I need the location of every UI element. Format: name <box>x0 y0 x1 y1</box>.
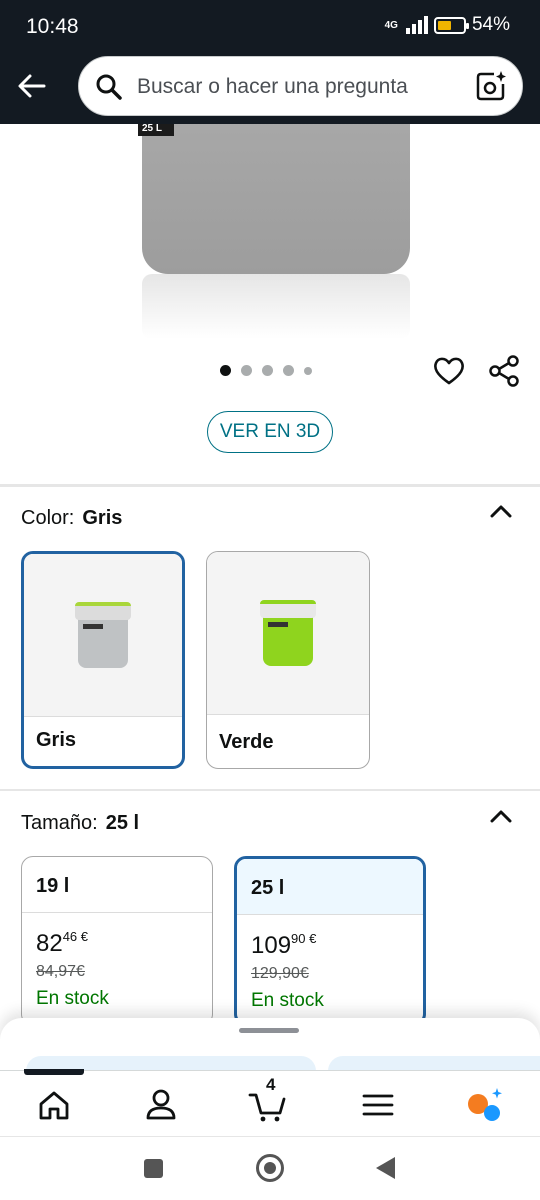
color-selected-value: Gris <box>82 507 123 529</box>
status-right: 4G 54% <box>385 14 510 36</box>
chevron-up-icon[interactable] <box>488 500 514 522</box>
back-arrow-icon[interactable] <box>14 68 50 104</box>
top-bar: 10:48 4G 54% Buscar o hacer una pregunta <box>0 0 540 124</box>
status-time: 10:48 <box>26 15 79 38</box>
size-option-price: 8246 € <box>36 929 89 957</box>
size-option-price: 10990 € <box>251 931 317 959</box>
size-option-name: 25 l <box>237 859 423 915</box>
menu-icon[interactable] <box>358 1085 398 1125</box>
search-icon <box>96 74 122 100</box>
size-option-19l[interactable]: 19 l 8246 € 84,97€ En stock <box>21 856 213 1026</box>
search-placeholder: Buscar o hacer una pregunta <box>137 75 408 98</box>
view-3d-button[interactable]: VER EN 3D <box>207 411 333 453</box>
size-selector-label: Tamaño: 25 l <box>21 812 139 835</box>
status-bar: 10:48 4G 54% <box>0 0 540 54</box>
carousel-dot[interactable] <box>262 365 273 376</box>
product-image-carousel[interactable]: 25 L <box>0 124 540 354</box>
cart-button[interactable]: 4 <box>248 1075 288 1125</box>
chevron-up-icon[interactable] <box>488 805 514 827</box>
divider <box>0 484 540 487</box>
divider <box>0 789 540 791</box>
home-icon[interactable] <box>34 1085 74 1125</box>
carousel-dots[interactable] <box>220 365 312 376</box>
sheet-drag-handle[interactable] <box>239 1028 299 1033</box>
home-system-icon[interactable] <box>256 1154 284 1182</box>
active-tab-indicator <box>24 1069 84 1075</box>
color-option-verde[interactable]: Verde <box>206 551 370 769</box>
size-option-old-price: 129,90€ <box>251 965 309 982</box>
carousel-dot[interactable] <box>304 366 312 375</box>
system-nav-bar <box>0 1136 540 1200</box>
color-option-image <box>207 552 369 715</box>
bottom-nav: 4 <box>0 1069 540 1136</box>
carousel-dot[interactable] <box>220 365 231 376</box>
share-icon[interactable] <box>488 354 522 388</box>
size-option-name: 19 l <box>22 857 212 913</box>
size-label: Tamaño: <box>21 812 98 834</box>
cooler-thumbnail-gray <box>75 602 131 668</box>
back-system-icon[interactable] <box>376 1157 395 1179</box>
size-option-25l[interactable]: 25 l 10990 € 129,90€ En stock <box>234 856 426 1026</box>
size-option-stock: En stock <box>36 988 109 1009</box>
cart-count-badge: 4 <box>266 1075 276 1094</box>
color-option-name: Verde <box>219 731 274 753</box>
color-option-name: Gris <box>36 729 77 751</box>
signal-icon <box>405 16 428 34</box>
carousel-dot[interactable] <box>283 365 294 376</box>
cooler-thumbnail-green <box>260 600 316 666</box>
size-option-old-price: 84,97€ <box>36 963 85 980</box>
battery-icon <box>433 16 469 34</box>
recent-apps-icon[interactable] <box>144 1159 163 1178</box>
color-selector-label: Color: Gris <box>21 507 122 530</box>
camera-search-icon[interactable] <box>474 69 508 103</box>
product-reflection <box>142 274 410 339</box>
heart-icon[interactable] <box>432 354 466 388</box>
carousel-dot[interactable] <box>241 365 252 376</box>
size-selected-value: 25 l <box>105 812 140 834</box>
battery-percent: 54% <box>471 14 510 35</box>
search-bar[interactable]: Buscar o hacer una pregunta <box>78 56 523 116</box>
network-type: 4G <box>384 19 398 31</box>
size-option-stock: En stock <box>251 990 324 1011</box>
product-image <box>142 124 410 274</box>
product-capacity-tag: 25 L <box>138 124 174 136</box>
color-label: Color: <box>21 507 75 529</box>
account-icon[interactable] <box>141 1085 181 1125</box>
color-option-gris[interactable]: Gris <box>21 551 185 769</box>
rufus-icon[interactable] <box>464 1085 504 1125</box>
color-option-image <box>24 554 182 717</box>
